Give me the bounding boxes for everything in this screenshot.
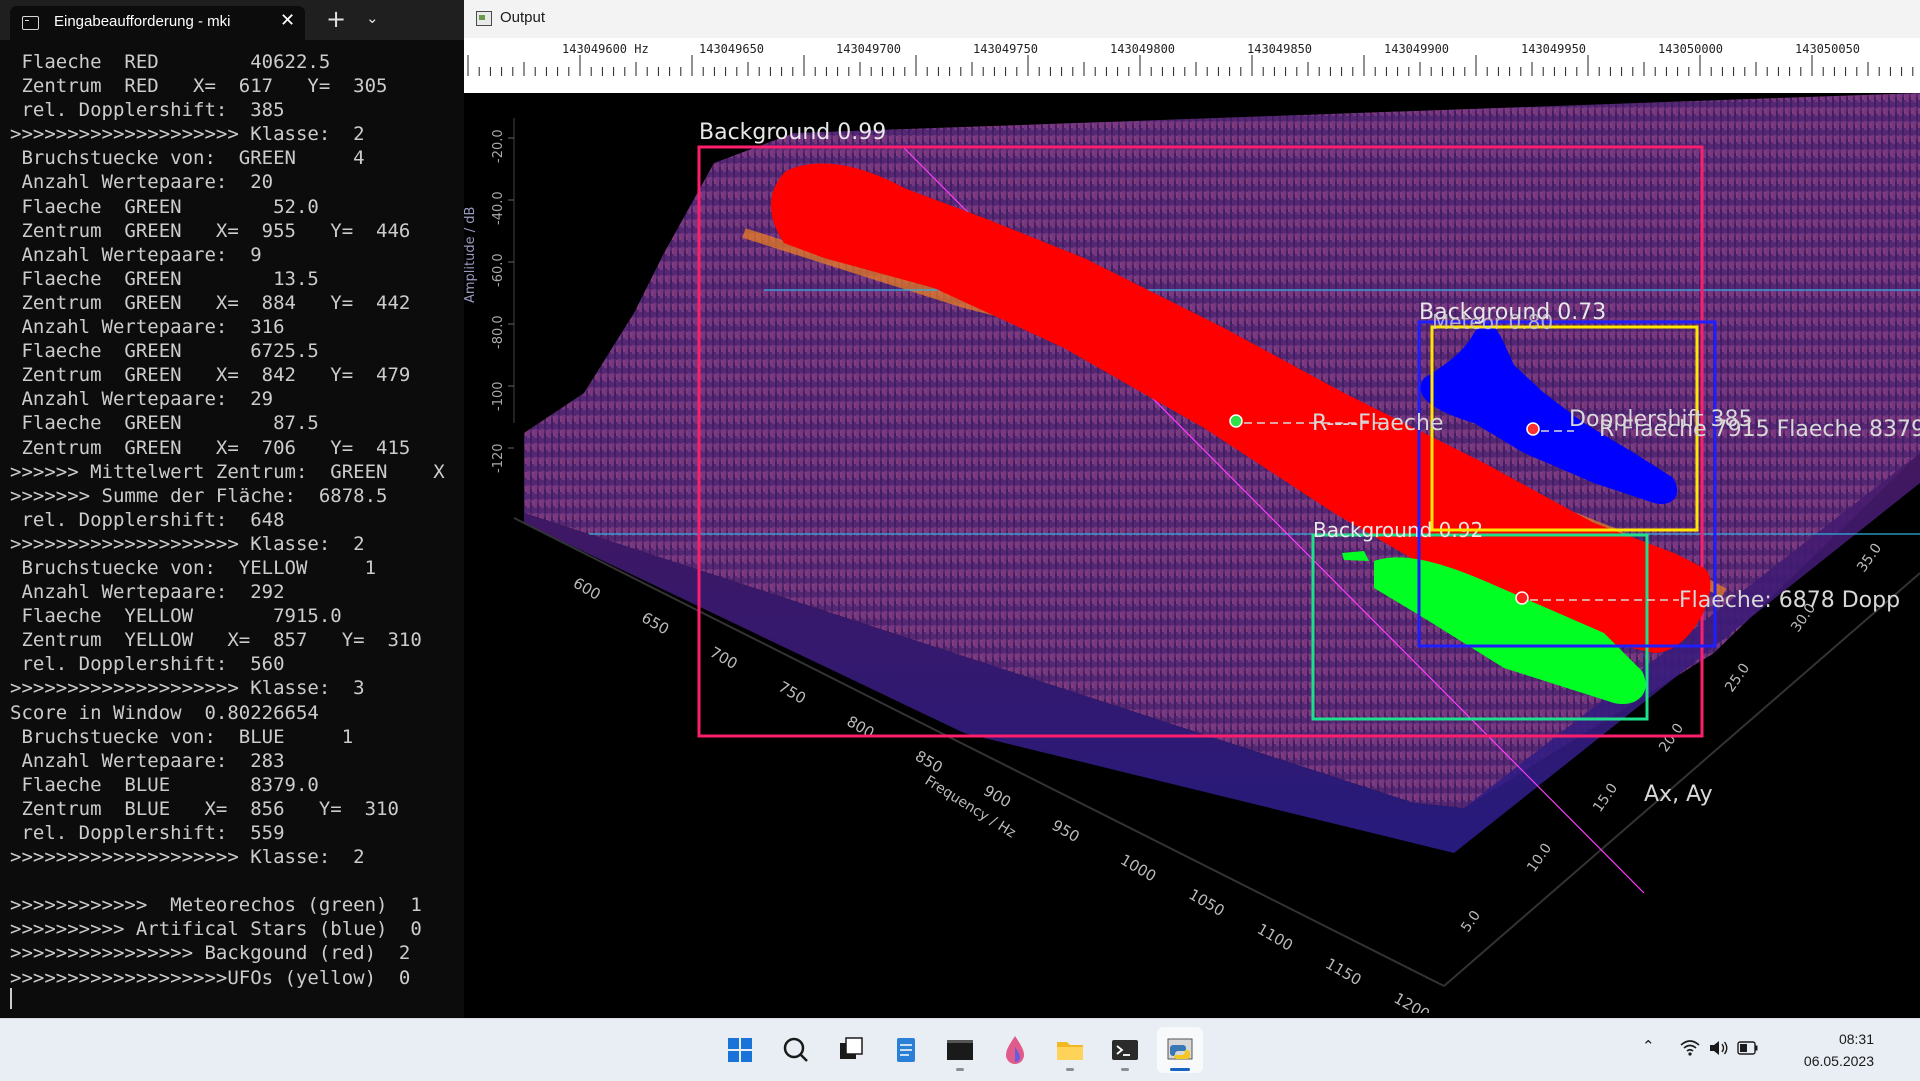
terminal-line: rel. Dopplershift: 648 (10, 508, 285, 531)
ruler-label: 143049850 (1247, 42, 1312, 56)
axis-corner-label: Ax, Ay (1644, 782, 1713, 807)
task-view-icon[interactable] (828, 1027, 874, 1073)
terminal-line: Anzahl Wertepaare: 283 (10, 749, 285, 772)
chevron-up-icon[interactable]: ⌃ (1642, 1037, 1655, 1055)
windows-terminal-icon[interactable] (1102, 1027, 1148, 1073)
terminal-line: Bruchstuecke von: YELLOW 1 (10, 556, 377, 579)
terminal-line: Flaeche GREEN 52.0 (10, 195, 319, 218)
terminal-line: Anzahl Wertepaare: 20 (10, 171, 274, 194)
spectrogram-plot[interactable]: Amplitude / dB -20.0 -40.0 -60.0 -80.0 -100 -… (464, 93, 1920, 1013)
ruler-label: 143049800 (1110, 42, 1175, 56)
terminal-line: Flaeche YELLOW 7915.0 (10, 605, 342, 628)
terminal-output[interactable]: Flaeche RED 40622.5 Zentrum RED X= 617 Y… (10, 50, 460, 1010)
terminal-line: Flaeche GREEN 6725.5 (10, 340, 319, 363)
annotation-green: Flaeche: 6878 Dopp (1679, 588, 1900, 613)
terminal-line: Anzahl Wertepaare: 9 (10, 243, 262, 266)
terminal-line: Flaeche GREEN 87.5 (10, 412, 319, 435)
terminal-line: Zentrum GREEN X= 842 Y= 479 (10, 364, 411, 387)
tab-dropdown-icon[interactable]: ⌄ (366, 9, 379, 27)
terminal-line: >>>>>>>>>>>> Meteorechos (green) 1 (10, 894, 422, 917)
app-window-icon (476, 11, 492, 26)
ruler-label: 143049750 (973, 42, 1038, 56)
speaker-icon[interactable] (1708, 1039, 1730, 1057)
amplitude-tick-label: -80.0 (491, 315, 506, 349)
terminal-line: >>>>>>>>>>>>>>>>>>>> Klasse: 2 (10, 123, 365, 146)
output-title-bar[interactable]: Output (464, 0, 1920, 39)
terminal-line: Zentrum BLUE X= 856 Y= 310 (10, 797, 399, 820)
terminal-line: >>>>>>>>>>>>>>>> Backgound (red) 2 (10, 942, 411, 965)
annotation-yellow-blue: R Flaeche 7915 Flaeche 8379 Doppl (1599, 417, 1920, 442)
terminal-line: >>>>>> Mittelwert Zentrum: GREEN X (10, 460, 445, 483)
ruler-label: 143049650 (699, 42, 764, 56)
terminal-line: rel. Dopplershift: 559 (10, 822, 285, 844)
terminal-line: Bruchstuecke von: BLUE 1 (10, 725, 354, 748)
close-tab-icon[interactable]: ✕ (280, 10, 295, 31)
ruler-label: 143050050 (1795, 42, 1860, 56)
terminal-line: Zentrum GREEN X= 706 Y= 415 (10, 436, 411, 459)
notepad-icon[interactable] (883, 1027, 929, 1073)
terminal-line: >>>>>>>>>>>>>>>>>>>UFOs (yellow) 0 (10, 966, 411, 989)
terminal-line: >>>>>>>>>>>>>>>>>>>> Klasse: 2 (10, 532, 365, 555)
output-window[interactable]: Output 143049600 Hz 143049650 143049700 143… (464, 0, 1920, 1018)
amplitude-tick-label: -20.0 (491, 129, 506, 163)
terminal-line: Zentrum GREEN X= 955 Y= 446 (10, 219, 411, 242)
frequency-ruler: 143049600 Hz 143049650 143049700 143049750 1… (464, 38, 1920, 93)
clock-date[interactable]: 06.05.2023 (1804, 1053, 1874, 1069)
terminal-line: Score in Window 0.80226654 (10, 701, 319, 724)
wifi-icon[interactable] (1680, 1039, 1700, 1057)
terminal-icon[interactable] (937, 1027, 983, 1073)
ruler-label: 143049900 (1384, 42, 1449, 56)
terminal-line: >>>>>>> Summe der Fläche: 6878.5 (10, 484, 388, 507)
terminal-line: Flaeche GREEN 13.5 (10, 267, 319, 290)
amplitude-tick-label: -100 (491, 381, 506, 411)
terminal-line: >>>>>>>>>>>>>>>>>>>> Klasse: 3 (10, 677, 365, 700)
terminal-line: Flaeche BLUE 8379.0 (10, 773, 319, 796)
detection-label-1: Background 0.99 (699, 120, 886, 145)
detection-label-3: Meteor 0.80 (1432, 310, 1553, 334)
taskbar: ⌃ 08:31 06.05.2023 (0, 1018, 1920, 1081)
amplitude-axis-label: Amplitude / dB (464, 207, 478, 303)
search-icon[interactable] (773, 1027, 819, 1073)
terminal-line: Bruchstuecke von: GREEN 4 (10, 147, 365, 170)
terminal-line: Zentrum RED X= 617 Y= 305 (10, 75, 388, 98)
amplitude-tick-label: -40.0 (491, 191, 506, 225)
command-prompt-icon (22, 16, 39, 30)
terminal-line: >>>>>>>>>>>>>>>>>>>> Klasse: 2 (10, 846, 365, 869)
terminal-tab-bar: Eingabeaufforderung - mki ✕ + ⌄ (0, 0, 464, 40)
new-tab-button[interactable]: + (326, 5, 346, 33)
terminal-line: Anzahl Wertepaare: 316 (10, 316, 285, 339)
terminal-line: Anzahl Wertepaare: 29 (10, 388, 274, 411)
clock-time[interactable]: 08:31 (1839, 1031, 1874, 1047)
ruler-label: 143049700 (836, 42, 901, 56)
terminal-line: Flaeche RED 40622.5 (10, 51, 331, 73)
windows-start-icon[interactable] (717, 1027, 763, 1073)
ruler-label: 143050000 (1658, 42, 1723, 56)
terminal-window[interactable]: Eingabeaufforderung - mki ✕ + ⌄ Flaeche … (0, 0, 464, 1018)
amplitude-tick-label: -120 (491, 443, 506, 473)
ruler-label: 143049600 Hz (562, 42, 649, 56)
terminal-line: Anzahl Wertepaare: 292 (10, 581, 285, 604)
annotation-red: R----Flaeche (1312, 411, 1444, 436)
terminal-cursor (10, 988, 12, 1009)
paint-icon[interactable] (992, 1027, 1038, 1073)
terminal-line: >>>>>>>>>> Artifical Stars (blue) 0 (10, 918, 422, 941)
ruler-label: 143049950 (1521, 42, 1586, 56)
terminal-tab[interactable]: Eingabeaufforderung - mki ✕ (10, 6, 305, 40)
terminal-line: rel. Dopplershift: 385 (10, 99, 285, 122)
system-tray: ⌃ 08:31 06.05.2023 (1620, 1019, 1920, 1081)
battery-icon[interactable] (1737, 1041, 1759, 1055)
output-window-title: Output (500, 9, 546, 26)
terminal-line: rel. Dopplershift: 560 (10, 653, 285, 676)
terminal-tab-title: Eingabeaufforderung - mki (54, 13, 231, 30)
python-icon[interactable] (1157, 1027, 1203, 1073)
terminal-line: Zentrum GREEN X= 884 Y= 442 (10, 291, 411, 314)
file-explorer-icon[interactable] (1047, 1027, 1093, 1073)
terminal-line: Zentrum YELLOW X= 857 Y= 310 (10, 629, 422, 652)
amplitude-tick-label: -60.0 (491, 253, 506, 287)
